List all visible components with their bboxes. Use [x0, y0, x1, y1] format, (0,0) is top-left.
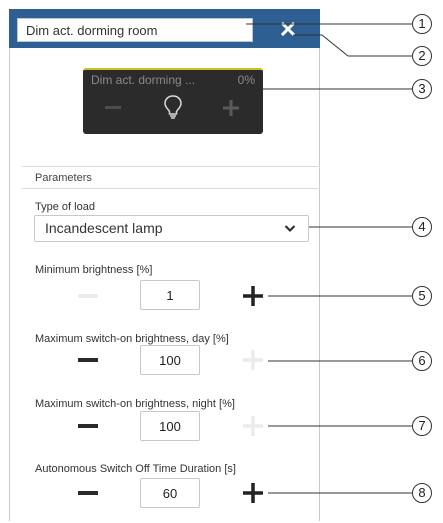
callout-3: 3 — [412, 79, 432, 99]
callout-4: 4 — [412, 217, 432, 237]
callout-2: 2 — [412, 46, 432, 66]
callout-1: 1 — [412, 14, 432, 34]
callout-lines — [246, 23, 412, 494]
callout-7: 7 — [412, 416, 432, 436]
callout-5: 5 — [412, 286, 432, 306]
callout-6: 6 — [412, 351, 432, 371]
callout-8: 8 — [412, 483, 432, 503]
